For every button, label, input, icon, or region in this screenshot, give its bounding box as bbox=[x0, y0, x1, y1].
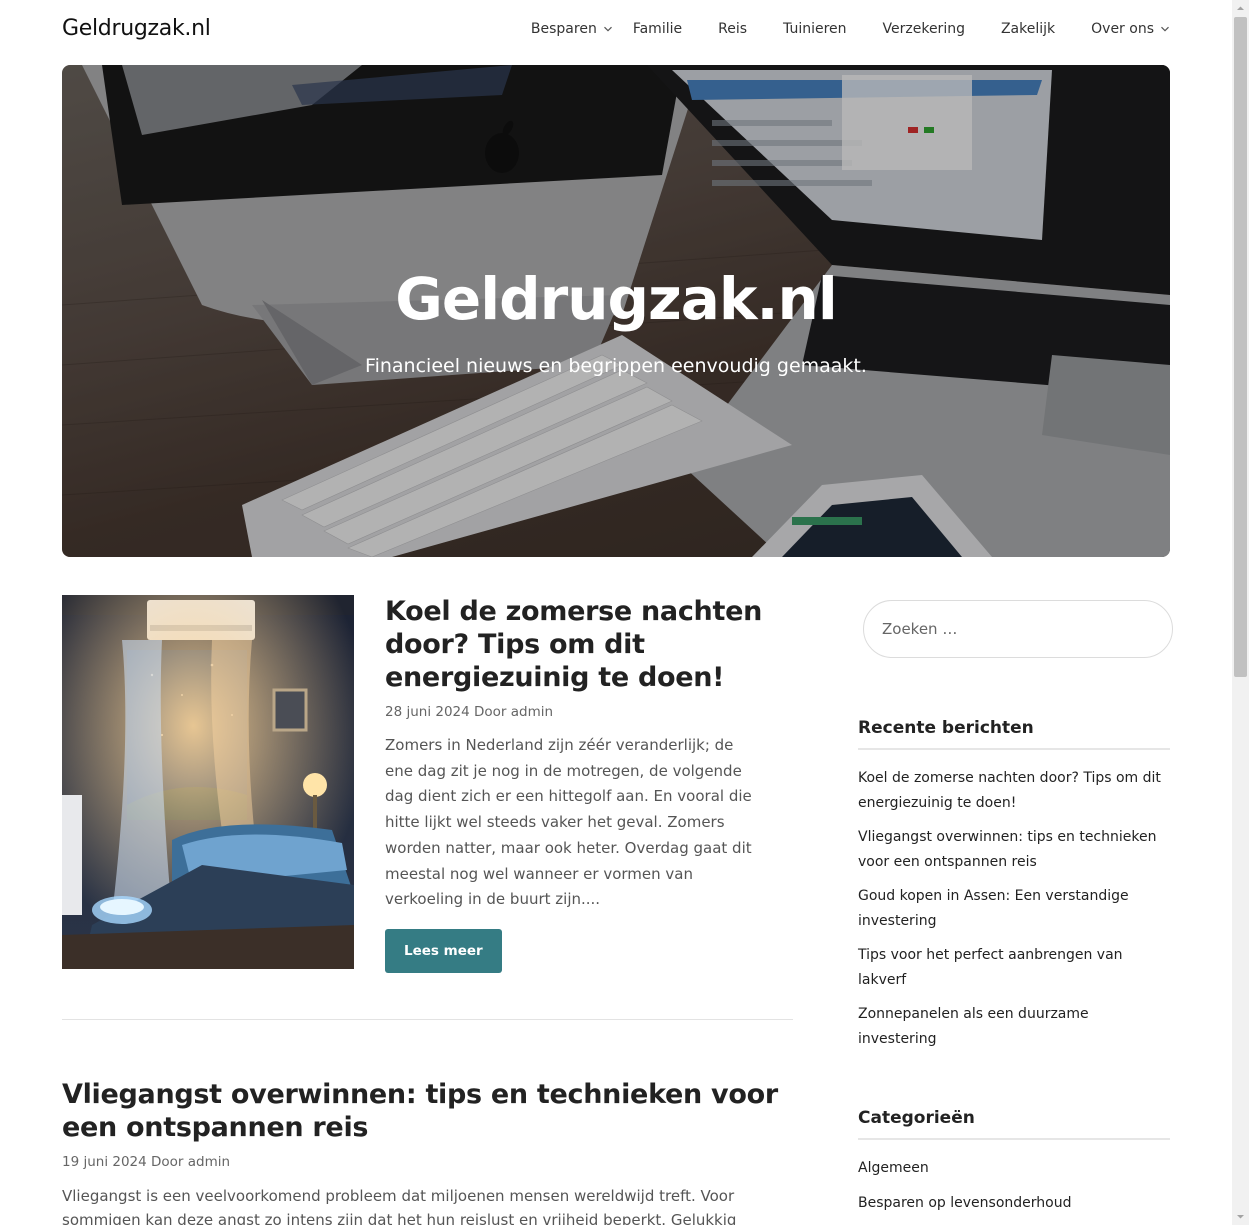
search-placeholder: Zoeken … bbox=[882, 620, 958, 638]
recent-post-link[interactable]: Koel de zomerse nachten door? Tips om di… bbox=[858, 766, 1170, 815]
post-article: Koel de zomerse nachten door? Tips om di… bbox=[385, 595, 765, 973]
read-more-button[interactable]: Lees meer bbox=[385, 928, 502, 973]
nav-item-label: Over ons bbox=[1091, 21, 1154, 37]
nav-item-over-ons[interactable]: Over ons bbox=[1091, 21, 1170, 37]
hero-title: Geldrugzak.nl bbox=[395, 265, 837, 333]
nav-item-reis[interactable]: Reis bbox=[718, 21, 747, 37]
category-link[interactable]: Algemeen bbox=[858, 1156, 1170, 1181]
nav-item-label: Tuinieren bbox=[783, 21, 847, 37]
chevron-down-icon bbox=[1161, 26, 1169, 32]
post-thumbnail-image[interactable] bbox=[62, 595, 354, 969]
recent-post-link[interactable]: Zonnepanelen als een duurzame investerin… bbox=[858, 1002, 1170, 1051]
scroll-down-arrow-icon[interactable] bbox=[1232, 1208, 1249, 1225]
post-excerpt: Vliegangst is een veelvoorkomend problee… bbox=[62, 1187, 737, 1225]
hero-subtitle: Financieel nieuws en begrippen eenvoudig… bbox=[365, 355, 867, 377]
recent-post-link[interactable]: Vliegangst overwinnen: tips en technieke… bbox=[858, 825, 1170, 874]
post-divider bbox=[62, 1019, 793, 1020]
categories-list: Algemeen Besparen op levensonderhoud bbox=[858, 1156, 1170, 1215]
page: Geldrugzak.nl Besparen Familie Reis Tuin… bbox=[0, 0, 1232, 1225]
site-header: Geldrugzak.nl Besparen Familie Reis Tuin… bbox=[62, 0, 1170, 62]
recent-posts-list: Koel de zomerse nachten door? Tips om di… bbox=[858, 766, 1170, 1051]
categories-widget: Categorieën Algemeen Besparen op levenso… bbox=[858, 1108, 1170, 1215]
post-title-link[interactable]: Koel de zomerse nachten door? Tips om di… bbox=[385, 595, 765, 694]
post-title-link[interactable]: Vliegangst overwinnen: tips en technieke… bbox=[62, 1078, 793, 1144]
recent-post-link[interactable]: Goud kopen in Assen: Een verstandige inv… bbox=[858, 884, 1170, 933]
recent-post-link[interactable]: Tips voor het perfect aanbrengen van lak… bbox=[858, 943, 1170, 992]
category-link[interactable]: Besparen op levensonderhoud bbox=[858, 1191, 1170, 1216]
widget-title: Categorieën bbox=[858, 1108, 1170, 1140]
post-meta: 19 juni 2024 Door admin bbox=[62, 1154, 231, 1170]
main-nav: Besparen Familie Reis Tuinieren Verzeker… bbox=[531, 21, 1170, 37]
post-meta: 28 juni 2024 Door admin bbox=[385, 704, 554, 720]
nav-item-label: Zakelijk bbox=[1000, 21, 1056, 37]
chevron-down-icon bbox=[603, 26, 612, 32]
nav-item-besparen[interactable]: Besparen bbox=[531, 21, 613, 37]
hero-banner: Geldrugzak.nl Financieel nieuws en begri… bbox=[62, 65, 1170, 557]
scroll-up-arrow-icon[interactable] bbox=[1232, 0, 1249, 17]
widget-title: Recente berichten bbox=[858, 718, 1170, 750]
search-input[interactable]: Zoeken … bbox=[863, 600, 1173, 658]
nav-item-familie[interactable]: Familie bbox=[633, 21, 682, 37]
nav-item-label: Verzekering bbox=[882, 21, 965, 37]
nav-item-label: Besparen bbox=[530, 21, 597, 37]
post-article: Vliegangst overwinnen: tips en technieke… bbox=[62, 1078, 793, 1225]
site-logo-link[interactable]: Geldrugzak.nl bbox=[62, 16, 211, 41]
recent-posts-widget: Recente berichten Koel de zomerse nachte… bbox=[858, 718, 1170, 1051]
nav-item-verzekering[interactable]: Verzekering bbox=[883, 21, 965, 37]
post-excerpt: Zomers in Nederland zijn zéér veranderli… bbox=[385, 736, 752, 909]
nav-item-tuinieren[interactable]: Tuinieren bbox=[783, 21, 847, 37]
nav-item-label: Familie bbox=[632, 21, 683, 37]
page-scrollbar[interactable] bbox=[1232, 0, 1249, 1225]
nav-item-label: Reis bbox=[718, 21, 748, 37]
nav-item-zakelijk[interactable]: Zakelijk bbox=[1001, 21, 1055, 37]
scrollbar-thumb[interactable] bbox=[1234, 17, 1247, 677]
